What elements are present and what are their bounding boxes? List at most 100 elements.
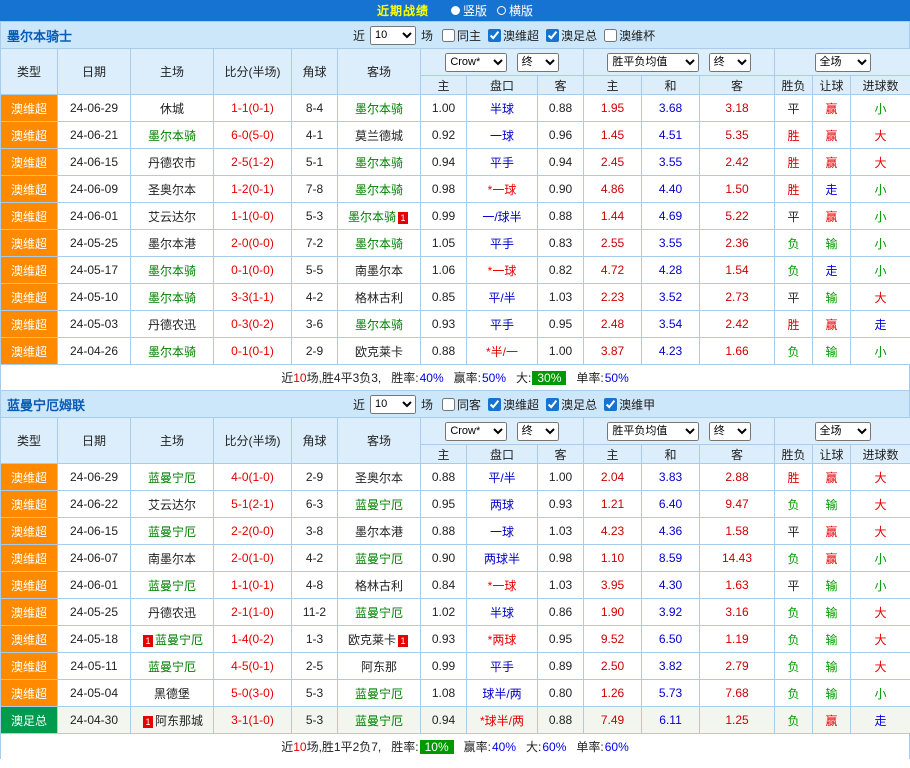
team-name[interactable]: 墨尔本骑士 bbox=[1, 26, 72, 45]
team-link[interactable]: 格林古利 bbox=[355, 579, 403, 593]
checkbox-input[interactable] bbox=[604, 398, 617, 411]
team-link[interactable]: 墨尔本骑 bbox=[355, 183, 403, 197]
team-link[interactable]: 阿东那 bbox=[361, 660, 397, 674]
goals-result-cell: 小 bbox=[851, 338, 910, 365]
corner-cell: 4-2 bbox=[292, 545, 338, 572]
team-link[interactable]: 墨尔本骑 bbox=[355, 318, 403, 332]
odds-stage-select[interactable]: 终 bbox=[517, 422, 559, 441]
team-link[interactable]: 蓝曼宁厄 bbox=[355, 498, 403, 512]
team-link[interactable]: 圣奥尔本 bbox=[148, 183, 196, 197]
team-link[interactable]: 蓝曼宁厄 bbox=[355, 552, 403, 566]
league-cell[interactable]: 澳维超 bbox=[1, 545, 58, 572]
team-link[interactable]: 墨尔本骑 bbox=[355, 102, 403, 116]
league-filter-checkbox[interactable]: 澳维杯 bbox=[597, 27, 655, 44]
league-filter-checkbox[interactable]: 澳足总 bbox=[539, 396, 597, 413]
league-cell[interactable]: 澳维超 bbox=[1, 680, 58, 707]
wdl-average-select[interactable]: 胜平负均值 bbox=[607, 422, 699, 441]
team-link[interactable]: 蓝曼宁厄 bbox=[155, 633, 203, 647]
league-cell[interactable]: 澳维超 bbox=[1, 284, 58, 311]
league-cell[interactable]: 澳维超 bbox=[1, 257, 58, 284]
scope-select[interactable]: 全场 bbox=[815, 53, 871, 72]
layout-radio-vertical[interactable]: 竖版 bbox=[451, 2, 487, 19]
league-cell[interactable]: 澳维超 bbox=[1, 518, 58, 545]
checkbox-input[interactable] bbox=[604, 29, 617, 42]
league-cell[interactable]: 澳维超 bbox=[1, 311, 58, 338]
team-link[interactable]: 艾云达尔 bbox=[148, 498, 196, 512]
team-link[interactable]: 艾云达尔 bbox=[148, 210, 196, 224]
team-link[interactable]: 圣奥尔本 bbox=[355, 471, 403, 485]
team-link[interactable]: 墨尔本骑 bbox=[355, 156, 403, 170]
team-link[interactable]: 墨尔本骑 bbox=[348, 210, 396, 224]
league-filter-checkbox[interactable]: 澳维超 bbox=[481, 27, 539, 44]
team-link[interactable]: 墨尔本骑 bbox=[148, 345, 196, 359]
league-filter-checkbox[interactable]: 同客 bbox=[435, 396, 481, 413]
team-link[interactable]: 休城 bbox=[160, 102, 184, 116]
league-cell[interactable]: 澳维超 bbox=[1, 203, 58, 230]
checkbox-input[interactable] bbox=[442, 29, 455, 42]
league-cell[interactable]: 澳维超 bbox=[1, 626, 58, 653]
checkbox-label: 澳维甲 bbox=[619, 396, 655, 413]
league-cell[interactable]: 澳足总 bbox=[1, 707, 58, 734]
team-link[interactable]: 蓝曼宁厄 bbox=[148, 471, 196, 485]
checkbox-input[interactable] bbox=[546, 398, 559, 411]
team-link[interactable]: 蓝曼宁厄 bbox=[148, 579, 196, 593]
league-cell[interactable]: 澳维超 bbox=[1, 599, 58, 626]
wdl-average-select[interactable]: 胜平负均值 bbox=[607, 53, 699, 72]
league-cell[interactable]: 澳维超 bbox=[1, 95, 58, 122]
league-cell[interactable]: 澳维超 bbox=[1, 464, 58, 491]
team-link[interactable]: 南墨尔本 bbox=[355, 264, 403, 278]
team-link[interactable]: 黑德堡 bbox=[154, 687, 190, 701]
team-link[interactable]: 蓝曼宁厄 bbox=[355, 606, 403, 620]
team-link[interactable]: 丹德农市 bbox=[148, 156, 196, 170]
checkbox-input[interactable] bbox=[488, 398, 501, 411]
league-cell[interactable]: 澳维超 bbox=[1, 653, 58, 680]
league-cell[interactable]: 澳维超 bbox=[1, 491, 58, 518]
team-link[interactable]: 墨尔本骑 bbox=[355, 237, 403, 251]
league-cell[interactable]: 澳维超 bbox=[1, 572, 58, 599]
league-filter-checkbox[interactable]: 同主 bbox=[435, 27, 481, 44]
checkbox-input[interactable] bbox=[442, 398, 455, 411]
team-link[interactable]: 丹德农迅 bbox=[148, 606, 196, 620]
team-link[interactable]: 墨尔本港 bbox=[355, 525, 403, 539]
scope-select[interactable]: 全场 bbox=[815, 422, 871, 441]
team-link[interactable]: 阿东那城 bbox=[155, 714, 203, 728]
league-filter-checkbox[interactable]: 澳维超 bbox=[481, 396, 539, 413]
wdl-stage-select[interactable]: 终 bbox=[709, 53, 751, 72]
section-summary: 近10场,胜1平2负7,胜率:10%赢率:40%大:60%单率:60% bbox=[0, 734, 910, 759]
recent-count-select[interactable]: 10 bbox=[370, 26, 416, 45]
handicap-cell: *球半/两 bbox=[467, 707, 538, 734]
team-link[interactable]: 格林古利 bbox=[355, 291, 403, 305]
layout-radio-horizontal[interactable]: 横版 bbox=[497, 2, 533, 19]
odds-company-select[interactable]: Crow* bbox=[445, 422, 507, 441]
team-link[interactable]: 蓝曼宁厄 bbox=[148, 525, 196, 539]
wdl-stage-select[interactable]: 终 bbox=[709, 422, 751, 441]
team-link[interactable]: 墨尔本骑 bbox=[148, 129, 196, 143]
team-link[interactable]: 墨尔本港 bbox=[148, 237, 196, 251]
team-link[interactable]: 蓝曼宁厄 bbox=[355, 687, 403, 701]
team-link[interactable]: 南墨尔本 bbox=[148, 552, 196, 566]
league-cell[interactable]: 澳维超 bbox=[1, 176, 58, 203]
league-filter-checkbox[interactable]: 澳维甲 bbox=[597, 396, 655, 413]
odds-company-select[interactable]: Crow* bbox=[445, 53, 507, 72]
league-cell[interactable]: 澳维超 bbox=[1, 338, 58, 365]
checkbox-input[interactable] bbox=[546, 29, 559, 42]
team-link[interactable]: 莫兰德城 bbox=[355, 129, 403, 143]
team-link[interactable]: 蓝曼宁厄 bbox=[148, 660, 196, 674]
team-link[interactable]: 蓝曼宁厄 bbox=[355, 714, 403, 728]
col-score: 比分(半场) bbox=[214, 418, 292, 464]
sub-avg-home: 主 bbox=[584, 445, 642, 464]
team-name[interactable]: 蓝曼宁厄姆联 bbox=[1, 395, 85, 414]
league-cell[interactable]: 澳维超 bbox=[1, 149, 58, 176]
league-filter-checkbox[interactable]: 澳足总 bbox=[539, 27, 597, 44]
away-team-cell: 墨尔本骑1 bbox=[338, 203, 421, 230]
league-cell[interactable]: 澳维超 bbox=[1, 230, 58, 257]
team-link[interactable]: 丹德农迅 bbox=[148, 318, 196, 332]
team-link[interactable]: 墨尔本骑 bbox=[148, 291, 196, 305]
team-link[interactable]: 欧克莱卡 bbox=[348, 633, 396, 647]
odds-stage-select[interactable]: 终 bbox=[517, 53, 559, 72]
team-link[interactable]: 欧克莱卡 bbox=[355, 345, 403, 359]
checkbox-input[interactable] bbox=[488, 29, 501, 42]
league-cell[interactable]: 澳维超 bbox=[1, 122, 58, 149]
team-link[interactable]: 墨尔本骑 bbox=[148, 264, 196, 278]
recent-count-select[interactable]: 10 bbox=[370, 395, 416, 414]
